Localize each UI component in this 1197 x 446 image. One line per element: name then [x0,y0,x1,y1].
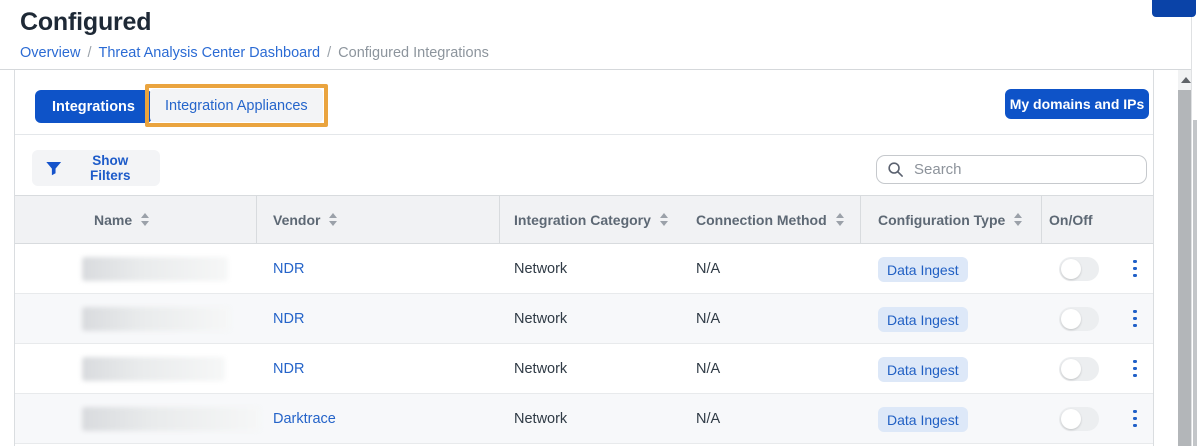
on-off-toggle[interactable] [1059,407,1099,431]
redacted-name [82,257,228,281]
configuration-type-badge[interactable]: Data Ingest [878,357,968,382]
toggle-knob [1061,409,1081,429]
breadcrumb: Overview / Threat Analysis Center Dashboar… [20,45,489,61]
content-card: Integrations Integration Appliances My d… [14,70,1154,446]
window-edge [1191,0,1197,446]
tabs-divider [15,134,1153,135]
on-off-toggle[interactable] [1059,357,1099,381]
on-off-toggle[interactable] [1059,257,1099,281]
column-label: Connection Method [696,212,827,228]
kebab-menu-button[interactable] [1123,394,1147,443]
column-header-integration-category[interactable]: Integration Category [514,196,668,243]
column-header-vendor[interactable]: Vendor [273,196,337,243]
configuration-type-badge[interactable]: Data Ingest [878,307,968,332]
connection-method-value: N/A [696,294,720,343]
integration-category-value: Network [514,394,567,443]
column-separator [256,196,257,243]
toggle-knob [1061,309,1081,329]
integration-category-value: Network [514,294,567,343]
tab-integrations[interactable]: Integrations [35,90,152,123]
vendor-link[interactable]: NDR [273,244,304,293]
toggle-knob [1061,359,1081,379]
column-separator [860,196,861,243]
breadcrumb-link-overview[interactable]: Overview [20,45,80,61]
configuration-type-badge[interactable]: Data Ingest [878,407,968,432]
configured-integrations-page: Configured Overview / Threat Analysis Cent… [0,0,1197,446]
connection-method-value: N/A [696,244,720,293]
integration-category-value: Network [514,344,567,393]
redacted-name [82,307,230,331]
kebab-menu-button[interactable] [1123,244,1147,293]
kebab-menu-button[interactable] [1123,294,1147,343]
show-filters-button[interactable]: Show Filters [32,150,160,186]
column-header-name[interactable]: Name [94,196,149,243]
redacted-name [82,407,260,431]
table-row: NDR Network N/A Data Ingest [15,294,1153,344]
my-domains-and-ips-button[interactable]: My domains and IPs [1005,89,1149,119]
annotation-highlight-box: Integration Appliances [145,84,328,127]
table-row: NDR Network N/A Data Ingest [15,344,1153,394]
breadcrumb-link-dashboard[interactable]: Threat Analysis Center Dashboard [98,45,320,61]
column-label: On/Off [1049,212,1093,228]
kebab-menu-button[interactable] [1123,344,1147,393]
vendor-link[interactable]: NDR [273,344,304,393]
column-separator [1041,196,1042,243]
table-row: Darktrace Network N/A Data Ingest [15,394,1153,444]
outer-scrollbar-thumb[interactable] [1193,120,1197,446]
column-header-configuration-type[interactable]: Configuration Type [878,196,1022,243]
breadcrumb-separator: / [87,45,91,61]
clipped-corner-button[interactable] [1152,0,1196,17]
column-label: Integration Category [514,212,651,228]
search-box [876,155,1147,184]
column-header-onoff: On/Off [1049,196,1093,243]
connection-method-value: N/A [696,344,720,393]
filter-funnel-icon [45,159,62,178]
tab-integration-appliances[interactable]: Integration Appliances [150,89,323,122]
toggle-knob [1061,259,1081,279]
sort-icon [329,213,337,226]
search-input[interactable] [914,161,1136,178]
integration-category-value: Network [514,244,567,293]
column-separator [499,196,500,243]
redacted-name [82,357,225,381]
table-row: NDR Network N/A Data Ingest [15,244,1153,294]
up-arrow-icon [1181,77,1191,83]
on-off-toggle[interactable] [1059,307,1099,331]
table-body: NDR Network N/A Data Ingest NDR Network … [15,244,1153,444]
breadcrumb-current: Configured Integrations [338,45,489,61]
connection-method-value: N/A [696,394,720,443]
sort-icon [660,213,668,226]
column-header-connection-method[interactable]: Connection Method [696,196,844,243]
column-label: Vendor [273,212,320,228]
configuration-type-badge[interactable]: Data Ingest [878,257,968,282]
vendor-link[interactable]: NDR [273,294,304,343]
sort-icon [141,213,149,226]
vendor-link[interactable]: Darktrace [273,394,336,443]
show-filters-label: Show Filters [73,153,147,183]
sort-icon [836,213,844,226]
sort-icon [1014,213,1022,226]
page-title: Configured [20,8,151,37]
column-label: Name [94,212,132,228]
breadcrumb-separator: / [327,45,331,61]
table-header: Name Vendor Integration Category Connect… [15,195,1153,244]
column-label: Configuration Type [878,212,1005,228]
search-icon [887,161,904,178]
